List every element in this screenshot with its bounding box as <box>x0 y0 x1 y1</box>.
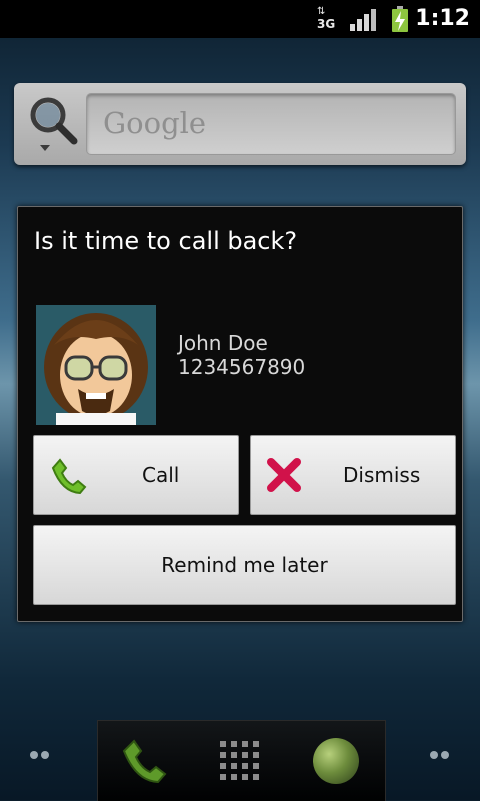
battery-charging-icon <box>392 6 408 32</box>
data-3g-icon: ⇅ 3G <box>314 6 336 32</box>
phone-icon[interactable] <box>120 737 168 785</box>
browser-icon[interactable] <box>313 738 359 784</box>
dismiss-button-label: Dismiss <box>343 463 421 487</box>
status-bar: ⇅ 3G 1:12 <box>0 0 480 38</box>
contact-avatar <box>36 305 156 425</box>
search-input[interactable]: Google <box>86 93 456 155</box>
app-drawer-icon[interactable] <box>220 741 260 781</box>
network-arrows: ⇅ <box>317 6 325 17</box>
signal-strength-icon <box>350 9 378 31</box>
call-button[interactable]: Call <box>33 435 239 515</box>
remind-later-button[interactable]: Remind me later <box>33 525 456 605</box>
search-placeholder: Google <box>103 106 207 140</box>
dialog-title: Is it time to call back? <box>34 227 298 255</box>
dismiss-button[interactable]: Dismiss <box>250 435 456 515</box>
network-type: 3G <box>317 17 336 31</box>
page-indicator-left[interactable] <box>30 751 54 761</box>
call-back-dialog: Is it time to call back? John Doe 123456… <box>17 206 463 622</box>
dock <box>97 720 386 801</box>
search-widget[interactable]: Google <box>14 83 466 165</box>
call-button-label: Call <box>142 463 180 487</box>
page-indicator-right[interactable] <box>430 751 454 761</box>
contact-number: 1234567890 <box>178 355 306 379</box>
close-icon <box>265 456 305 496</box>
status-time: 1:12 <box>415 6 470 31</box>
phone-icon <box>48 456 88 496</box>
remind-later-label: Remind me later <box>161 553 328 577</box>
contact-name: John Doe <box>178 331 268 355</box>
search-icon[interactable] <box>26 93 86 155</box>
